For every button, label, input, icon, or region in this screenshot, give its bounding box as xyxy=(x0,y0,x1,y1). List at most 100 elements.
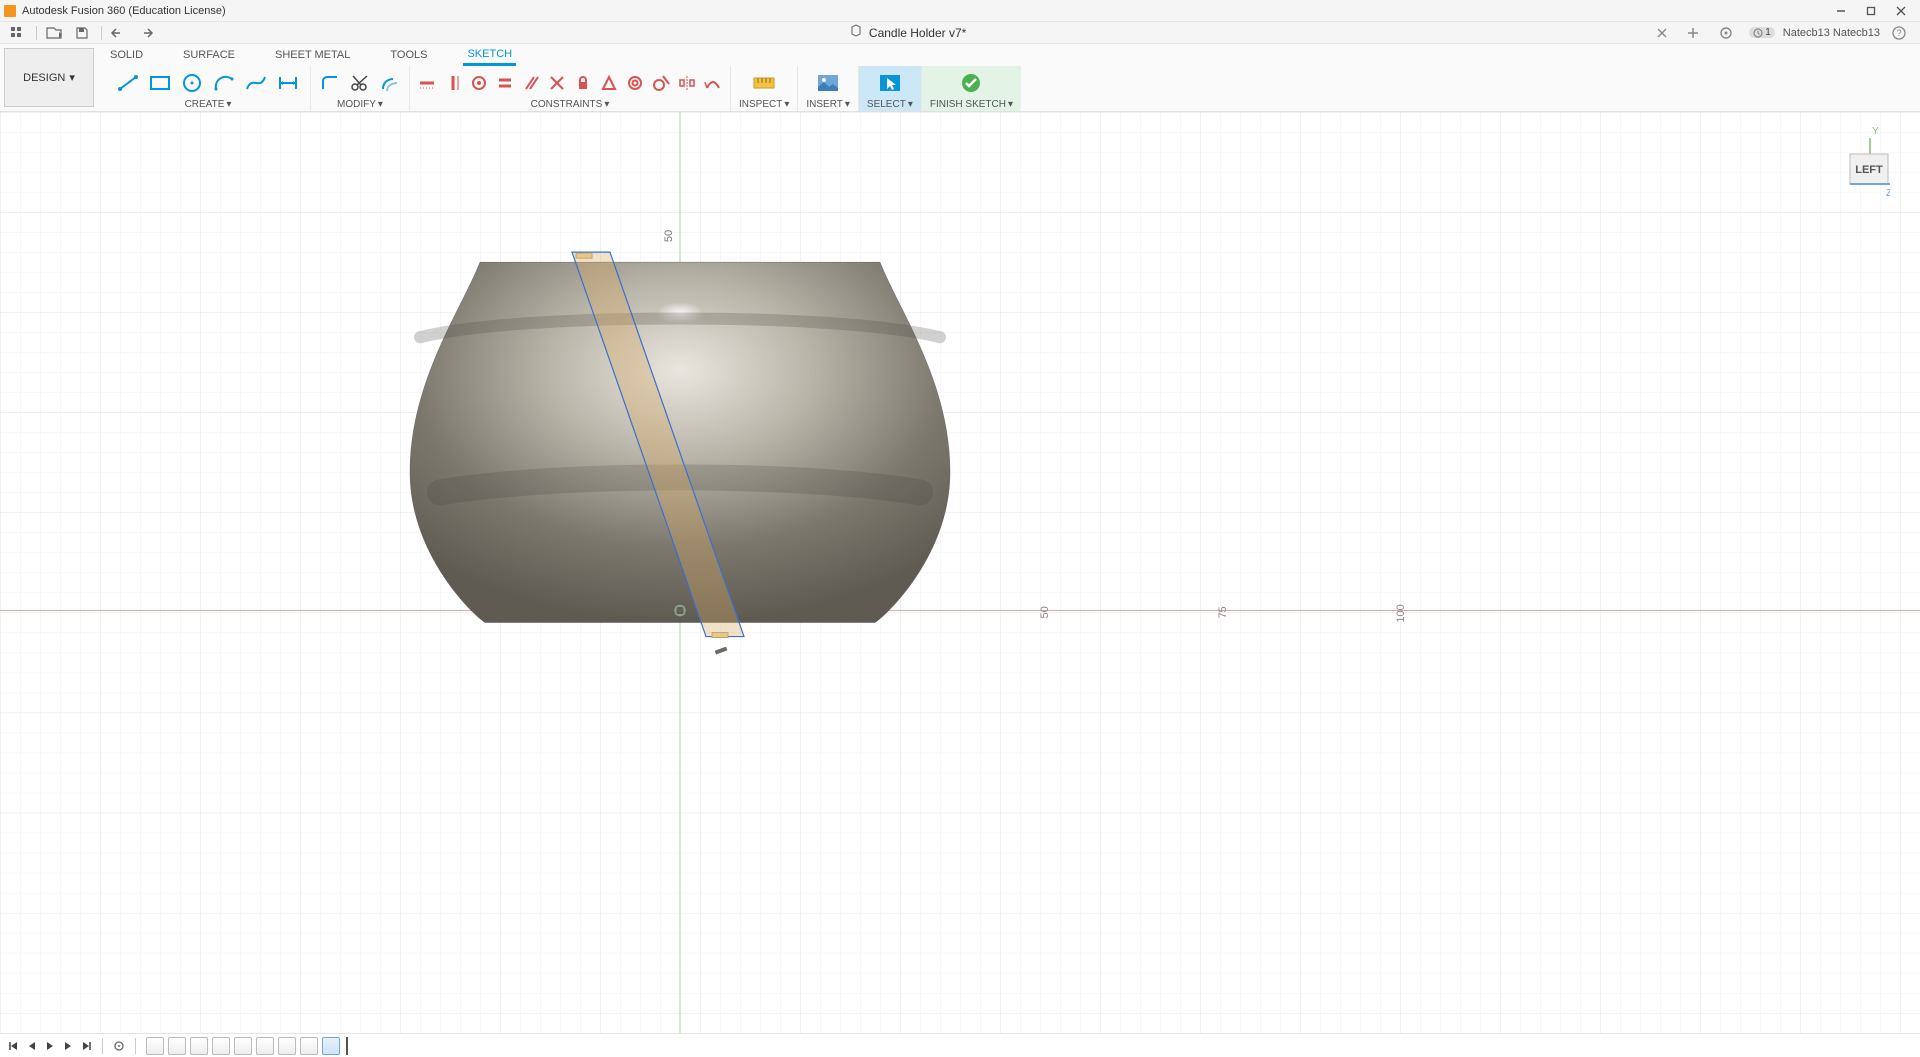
dimension-glyph-top[interactable] xyxy=(576,253,592,258)
ruler-label-50: 50 xyxy=(1039,606,1051,618)
revolved-body[interactable] xyxy=(410,262,950,622)
user-name[interactable]: Natecb13 Natecb13 xyxy=(1783,27,1880,39)
timeline-feature[interactable] xyxy=(256,1037,274,1055)
toolbar: DESIGN ▾ SOLID SURFACE SHEET METAL TOOLS… xyxy=(0,44,1920,112)
timeline-next-button[interactable] xyxy=(60,1038,76,1054)
equal-constraint-icon[interactable] xyxy=(496,74,514,92)
timeline-feature[interactable] xyxy=(278,1037,296,1055)
timeline xyxy=(0,1033,1920,1057)
dimension-glyph-bottom[interactable] xyxy=(712,633,728,638)
dimension-tool-icon[interactable] xyxy=(276,73,300,93)
perpendicular-constraint-icon[interactable] xyxy=(548,74,566,92)
group-constraints-label: CONSTRAINTS xyxy=(531,99,603,110)
select-label: SELECT xyxy=(867,99,906,110)
redo-button[interactable] xyxy=(134,22,158,44)
timeline-end-button[interactable] xyxy=(78,1038,94,1054)
window-close-button[interactable] xyxy=(1886,0,1916,22)
timeline-settings-button[interactable] xyxy=(111,1038,127,1054)
fillet-tool-icon[interactable] xyxy=(319,73,341,93)
ruler-label-100: 100 xyxy=(1395,604,1407,622)
data-panel-button[interactable] xyxy=(6,22,28,44)
insert-image-icon[interactable] xyxy=(815,72,841,94)
new-tab-button[interactable] xyxy=(1683,22,1703,44)
tab-sheet-metal[interactable]: SHEET METAL xyxy=(271,44,354,66)
ruler-label-top: 50 xyxy=(663,230,675,242)
titlebar: Autodesk Fusion 360 (Education License) xyxy=(0,0,1920,22)
chevron-down-icon[interactable]: ▾ xyxy=(908,99,913,110)
group-constraints: CONSTRAINTS▾ xyxy=(410,66,731,111)
chevron-down-icon[interactable]: ▾ xyxy=(604,99,609,110)
rectangle-tool-icon[interactable] xyxy=(148,73,172,93)
arc-tool-icon[interactable] xyxy=(212,73,236,93)
vertical-constraint-icon[interactable] xyxy=(444,74,462,92)
group-insert: INSERT▾ xyxy=(798,66,859,111)
workspace-switcher[interactable]: DESIGN ▾ xyxy=(4,48,94,107)
tab-tools[interactable]: TOOLS xyxy=(386,44,431,66)
chevron-down-icon[interactable]: ▾ xyxy=(226,99,231,110)
horizontal-constraint-icon[interactable] xyxy=(418,74,436,92)
timeline-feature[interactable] xyxy=(300,1037,318,1055)
group-create-label: CREATE xyxy=(185,99,225,110)
quick-access-toolbar: Candle Holder v7* 1 Natecb13 Natecb13 ? xyxy=(0,22,1920,44)
window-title: Autodesk Fusion 360 (Education License) xyxy=(22,5,226,17)
checkmark-icon xyxy=(958,72,984,94)
tab-sketch[interactable]: SKETCH xyxy=(463,44,516,66)
group-select: SELECT▾ xyxy=(859,66,922,111)
select-cursor-icon[interactable] xyxy=(877,72,903,94)
timeline-feature[interactable] xyxy=(234,1037,252,1055)
finish-sketch-button[interactable]: FINISH SKETCH▾ xyxy=(922,66,1021,111)
help-button[interactable]: ? xyxy=(1888,22,1910,44)
curvature-constraint-icon[interactable] xyxy=(704,74,722,92)
undo-button[interactable] xyxy=(106,22,130,44)
timeline-playhead[interactable] xyxy=(346,1037,348,1055)
extensions-button[interactable] xyxy=(1715,22,1737,44)
window-minimize-button[interactable] xyxy=(1826,0,1856,22)
line-tool-icon[interactable] xyxy=(116,73,140,93)
file-menu-button[interactable] xyxy=(41,22,67,44)
save-button[interactable] xyxy=(71,22,93,44)
spline-tool-icon[interactable] xyxy=(244,73,268,93)
axis-y-label: Y xyxy=(1872,126,1879,137)
symmetry-constraint-icon[interactable] xyxy=(678,74,696,92)
timeline-feature[interactable] xyxy=(168,1037,186,1055)
view-cube-face[interactable]: LEFT xyxy=(1855,164,1883,176)
chevron-down-icon[interactable]: ▾ xyxy=(845,99,850,110)
timeline-feature[interactable] xyxy=(212,1037,230,1055)
parallel-constraint-icon[interactable] xyxy=(522,74,540,92)
offset-tool-icon[interactable] xyxy=(379,73,401,93)
chevron-down-icon: ▾ xyxy=(1008,99,1013,110)
document-name[interactable]: Candle Holder v7* xyxy=(869,26,966,40)
timeline-play-button[interactable] xyxy=(42,1038,58,1054)
view-cube[interactable]: Y LEFT Z xyxy=(1800,120,1890,210)
trim-tool-icon[interactable] xyxy=(349,73,371,93)
close-doc-button[interactable] xyxy=(1653,22,1671,44)
timeline-feature[interactable] xyxy=(146,1037,164,1055)
job-status-count: 1 xyxy=(1765,27,1771,38)
tab-solid[interactable]: SOLID xyxy=(106,44,147,66)
coincident-constraint-icon[interactable] xyxy=(470,74,488,92)
group-inspect: INSPECT▾ xyxy=(731,66,798,111)
concentric-constraint-icon[interactable] xyxy=(626,74,644,92)
svg-text:?: ? xyxy=(1896,28,1901,38)
circle-tool-icon[interactable] xyxy=(180,73,204,93)
midpoint-constraint-icon[interactable] xyxy=(600,74,618,92)
group-create: CREATE▾ xyxy=(106,66,311,111)
timeline-start-button[interactable] xyxy=(6,1038,22,1054)
group-modify-label: MODIFY xyxy=(337,99,376,110)
timeline-feature[interactable] xyxy=(322,1037,340,1055)
timeline-feature[interactable] xyxy=(190,1037,208,1055)
window-maximize-button[interactable] xyxy=(1856,0,1886,22)
chevron-down-icon[interactable]: ▾ xyxy=(378,99,383,110)
tab-surface[interactable]: SURFACE xyxy=(179,44,239,66)
app-icon xyxy=(4,5,16,17)
env-tabs: SOLID SURFACE SHEET METAL TOOLS SKETCH xyxy=(98,44,1920,66)
fix-constraint-icon[interactable] xyxy=(574,74,592,92)
job-status-badge[interactable]: 1 xyxy=(1749,27,1775,38)
measure-icon[interactable] xyxy=(751,72,777,94)
modeling-canvas[interactable]: 50 50 75 100 xyxy=(0,112,1920,1033)
tangent-constraint-icon[interactable] xyxy=(652,74,670,92)
timeline-prev-button[interactable] xyxy=(24,1038,40,1054)
inspect-label: INSPECT xyxy=(739,99,782,110)
chevron-down-icon[interactable]: ▾ xyxy=(784,99,789,110)
insert-label: INSERT xyxy=(806,99,843,110)
